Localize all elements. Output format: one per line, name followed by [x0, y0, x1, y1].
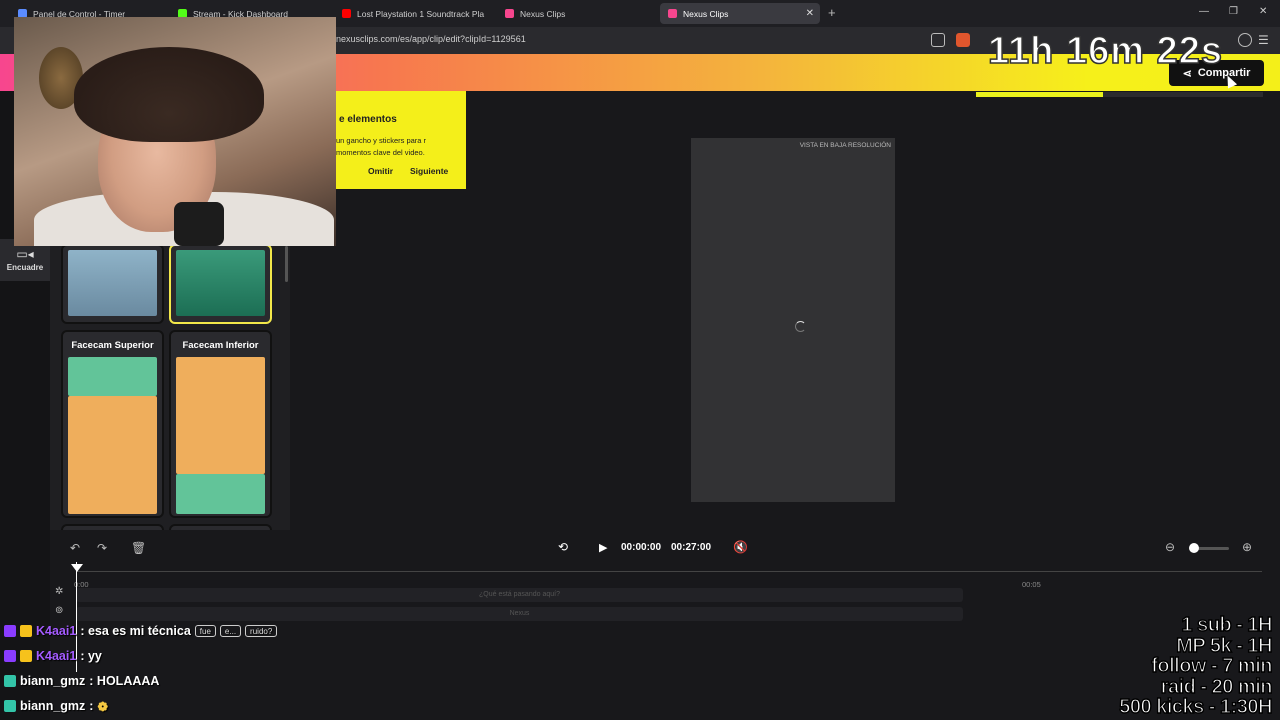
tab-nexus-clips-active[interactable]: Nexus Clips ✕ [660, 3, 820, 24]
subathon-timer: 11h 16m 22s [987, 29, 1223, 73]
layout-card-2[interactable] [169, 244, 272, 324]
chat-username: biann_gmz [20, 674, 86, 688]
tab-label: Nexus Clips [683, 8, 729, 19]
chat-username: K4aai1 [36, 649, 77, 663]
layout-thumbnail [176, 250, 265, 316]
new-tab-icon[interactable]: + [828, 5, 836, 20]
sub-badge-icon [4, 650, 16, 662]
chat-username: K4aai1 [36, 624, 77, 638]
chat-message: biann_gmz : HOLAAAA [4, 671, 159, 691]
nexus-favicon-icon [668, 9, 677, 18]
loading-spinner-icon [795, 321, 806, 332]
goal-item: 1 sub - 1H [1181, 614, 1273, 636]
facecam-thumbnail [176, 474, 265, 514]
chat-message: K4aai1 : yy [4, 646, 102, 666]
crown-badge-icon [20, 625, 32, 637]
video-preview[interactable]: VISTA EN BAJA RESOLUCIÓN [691, 138, 895, 502]
playback-controls [50, 530, 1280, 570]
layout-card-facecam-superior[interactable]: Facecam Superior [61, 330, 164, 518]
zoom-slider-knob[interactable] [1189, 543, 1199, 553]
export-progress-fill [976, 92, 1103, 97]
export-progress-track [1103, 92, 1263, 97]
chat-chip: fue [194, 625, 216, 637]
chat-text: : esa es mi técnica [80, 624, 191, 638]
menu-icon[interactable]: ☰ [1258, 33, 1272, 47]
timeline-ruler [76, 571, 1262, 572]
delete-icon[interactable]: 🗑 [131, 541, 146, 555]
tooltip-text: un gancho y stickers para r momentos cla… [336, 136, 427, 157]
brave-shield-icon[interactable] [956, 33, 970, 47]
tab-youtube[interactable]: Lost Playstation 1 Soundtrack Pla [334, 3, 499, 24]
tab-nexus-clips[interactable]: Nexus Clips [497, 3, 657, 24]
sub-badge-icon [4, 625, 16, 637]
nexus-favicon-icon [505, 9, 514, 18]
text-track-icon: ✲ [55, 586, 64, 597]
tab-label: Lost Playstation 1 Soundtrack Pla [357, 8, 485, 19]
redo-icon[interactable]: ↷ [97, 541, 107, 555]
duration: 00:27:00 [671, 542, 712, 553]
goal-item: raid - 20 min [1160, 675, 1273, 698]
hook-track-icon: ⊚ [55, 605, 64, 616]
youtube-favicon-icon [342, 9, 351, 18]
webcam-hair [74, 47, 264, 142]
restart-icon[interactable]: ⟲ [558, 540, 568, 554]
playhead-handle[interactable] [71, 564, 83, 572]
chat-message: K4aai1 : esa es mi técnica fue e... ruid… [4, 621, 278, 641]
mute-icon[interactable]: 🔇 [733, 540, 748, 554]
close-window-icon[interactable]: ✕ [1259, 6, 1267, 17]
goal-item: follow - 7 min [1151, 655, 1274, 677]
vpn-icon[interactable] [1238, 33, 1252, 47]
chat-chip: e... [219, 625, 242, 637]
close-tab-icon[interactable]: ✕ [806, 8, 814, 19]
chat-text: : yy [80, 649, 102, 663]
nav-label: Encuadre [6, 263, 44, 272]
screen: Panel de Control - Timer Stream - Kick D… [0, 0, 1280, 720]
panel-scrollbar[interactable] [285, 246, 288, 282]
chat-text: : HOLAAAA [89, 674, 160, 688]
zoom-out-icon[interactable]: ⊖ [1165, 540, 1175, 554]
content-thumbnail [68, 396, 157, 514]
share-page-icon[interactable] [931, 33, 945, 47]
camera-icon: ▭◂ [16, 247, 34, 261]
layout-title: Facecam Inferior [182, 340, 259, 351]
streamer-webcam [14, 17, 336, 246]
chat-username: biann_gmz [20, 699, 86, 713]
layout-title: Facecam Superior [71, 340, 154, 351]
skip-button[interactable]: Omitir [368, 166, 393, 176]
kick-badge-icon [4, 675, 16, 687]
goal-item: MP 5k - 1H [1176, 634, 1274, 657]
hook-track[interactable]: ¿Qué está pasando aquí? [76, 588, 963, 602]
tab-label: Nexus Clips [520, 8, 566, 19]
play-icon[interactable]: ▶ [599, 541, 607, 554]
next-button[interactable]: Siguiente [410, 166, 448, 176]
url-text[interactable]: nexusclips.com/es/app/clip/edit?clipId=1… [336, 34, 526, 44]
zoom-in-icon[interactable]: ⊕ [1242, 540, 1252, 554]
layout-card-1[interactable] [61, 244, 164, 324]
content-thumbnail [176, 357, 265, 474]
chat-chip: ruido? [245, 625, 278, 637]
microphone [174, 202, 224, 246]
chat-text: : [89, 699, 94, 713]
stream-goals: 1 sub - 1H MP 5k - 1H follow - 7 min rai… [1119, 614, 1274, 718]
goal-item: 500 kicks - 1:30H [1119, 696, 1274, 718]
pineapple-emote-icon: ❁ [97, 699, 108, 714]
kick-badge-icon [4, 700, 16, 712]
chat-message: biann_gmz : ❁ [4, 696, 108, 716]
undo-icon[interactable]: ↶ [70, 541, 80, 555]
layout-card-facecam-inferior[interactable]: Facecam Inferior [169, 330, 272, 518]
minimize-icon[interactable]: — [1199, 6, 1209, 17]
low-res-label: VISTA EN BAJA RESOLUCIÓN [799, 142, 891, 149]
crown-badge-icon [20, 650, 32, 662]
maximize-icon[interactable]: ❐ [1229, 6, 1238, 17]
timeline-mark-label: 00:05 [1022, 580, 1041, 589]
onboarding-tooltip: e elementos un gancho y stickers para r … [336, 91, 466, 189]
facecam-thumbnail [68, 357, 157, 396]
tooltip-title: e elementos [339, 114, 397, 125]
current-time: 00:00:00 [621, 542, 662, 553]
watermark-track[interactable]: Nexus [76, 607, 963, 621]
layout-thumbnail [68, 250, 157, 316]
